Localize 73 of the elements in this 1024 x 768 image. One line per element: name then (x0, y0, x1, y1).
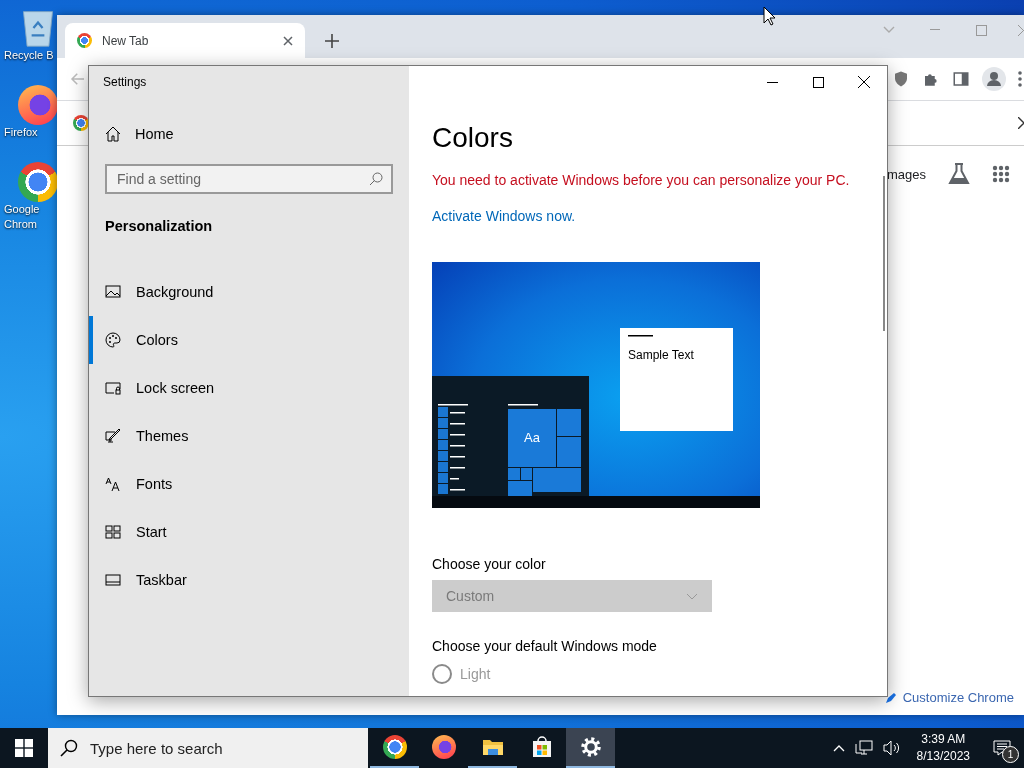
taskbar-icon (105, 572, 121, 588)
nav-label: Taskbar (136, 572, 187, 588)
network-icon[interactable] (854, 740, 873, 756)
nav-label: Lock screen (136, 380, 215, 396)
nav-item[interactable]: Background (89, 268, 409, 316)
radio-button[interactable] (432, 664, 452, 684)
home-link[interactable]: Home (105, 126, 409, 142)
picture-icon (105, 284, 121, 300)
desktop-icon-label[interactable]: Firefox (4, 125, 38, 140)
chevron-down-icon (686, 592, 698, 600)
shield-icon[interactable] (892, 70, 910, 88)
windows-logo-icon (15, 739, 33, 757)
nav-item[interactable]: Lock screen (89, 364, 409, 412)
screen-lock-icon (105, 380, 121, 396)
minimize-icon[interactable] (766, 81, 778, 83)
field-label: Choose your color (432, 556, 547, 572)
nav-item[interactable]: Start (89, 508, 409, 556)
apps-grid-icon[interactable] (992, 165, 1010, 183)
desktop-icon-label[interactable]: Google Chrom (4, 202, 54, 232)
tab-title: New Tab (102, 33, 150, 48)
nav-item[interactable]: Colors (89, 316, 409, 364)
speaker-icon[interactable] (882, 740, 901, 756)
fox-globe-icon[interactable] (18, 85, 58, 125)
home-icon (105, 126, 121, 142)
close-icon[interactable] (858, 76, 870, 88)
clock-date[interactable]: 8/13/2023 (916, 748, 970, 765)
chevron-up-icon[interactable] (832, 744, 845, 752)
section-heading: Personalization (105, 218, 214, 234)
customize-chrome-button[interactable]: Customize Chrome (884, 690, 1014, 705)
nav-label: Colors (136, 332, 178, 348)
home-label: Home (135, 126, 174, 142)
close-icon[interactable] (1018, 117, 1024, 129)
flask-icon[interactable] (948, 162, 970, 186)
nav-label: Background (136, 284, 214, 300)
activate-link[interactable]: Activate Windows now. (432, 208, 576, 224)
close-icon[interactable] (283, 35, 293, 46)
taskbar-app-button[interactable] (566, 728, 615, 768)
pencil-icon (884, 691, 897, 704)
profile-icon[interactable] (982, 67, 1006, 91)
page-title: Colors (432, 122, 514, 154)
tile-label: Aa (524, 430, 540, 445)
taskbar-search-field[interactable]: Type here to search (48, 728, 368, 768)
letters-icon (105, 476, 121, 492)
tiles-icon (105, 524, 121, 540)
radio-label: Light (460, 666, 491, 682)
search-field[interactable]: Find a setting (105, 164, 393, 194)
browser-tab[interactable]: New Tab (65, 23, 305, 58)
nav-item[interactable]: Taskbar (89, 556, 409, 604)
cursor-icon (763, 6, 777, 26)
notification-count: 1 (1002, 746, 1019, 763)
pen-screen-icon (105, 428, 121, 444)
fox-globe-icon[interactable] (431, 735, 456, 759)
settings-icon[interactable] (578, 735, 603, 759)
maximize-icon[interactable] (812, 76, 824, 88)
clock-time[interactable]: 3:39 AM (921, 731, 966, 748)
menu-icon[interactable] (1018, 71, 1022, 87)
field-label: Choose your default Windows mode (432, 638, 658, 654)
desktop-icon-label[interactable]: Recycle B (4, 48, 54, 63)
nav-item[interactable]: Themes (89, 412, 409, 460)
side-panel-icon[interactable] (952, 70, 970, 88)
nav-label: Fonts (136, 476, 173, 492)
nav-item[interactable]: Fonts (89, 460, 409, 508)
window-title: Settings (102, 74, 148, 91)
images-link[interactable]: mages (886, 166, 926, 182)
sample-text: Sample Text (628, 348, 694, 362)
browser-logo-icon[interactable] (382, 735, 407, 759)
search-icon (369, 172, 383, 186)
palette-icon (105, 332, 121, 348)
notification-icon[interactable] (993, 740, 1011, 756)
nav-label: Start (136, 524, 167, 540)
activation-warning: You need to activate Windows before you can personalize your PC. (432, 172, 851, 188)
plus-icon[interactable] (325, 34, 339, 48)
nav-label: Themes (136, 428, 189, 444)
